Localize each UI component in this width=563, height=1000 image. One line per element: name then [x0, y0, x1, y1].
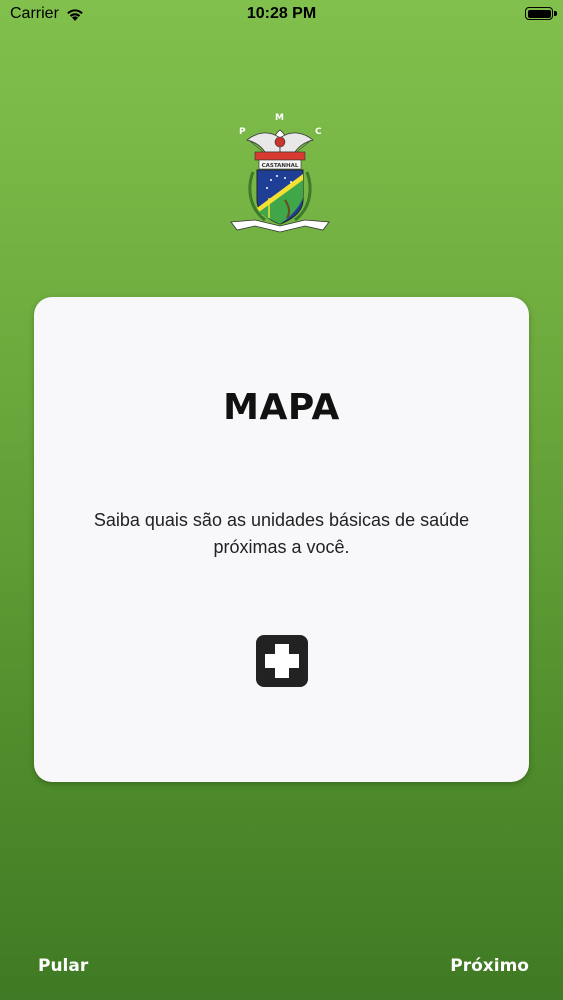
status-time: 10:28 PM	[246, 5, 317, 22]
battery-icon	[525, 7, 553, 20]
next-button[interactable]: Próximo	[450, 956, 529, 976]
card-title: MAPA	[223, 387, 340, 428]
municipal-crest-icon: P M C CASTANHAL	[230, 113, 330, 233]
skip-button[interactable]: Pular	[38, 956, 88, 976]
crest-letter-c: C	[315, 127, 322, 137]
onboarding-card: MAPA Saiba quais são as unidades básicas…	[34, 297, 529, 782]
battery-cap	[554, 11, 557, 16]
card-description: Saiba quais são as unidades básicas de s…	[93, 510, 470, 557]
battery-fill	[527, 9, 551, 18]
crest-letter-m: M	[275, 113, 284, 123]
medical-cross-icon	[256, 635, 308, 687]
status-bar: Carrier 10:28 PM	[0, 0, 563, 30]
cross-horizontal-bar	[265, 654, 299, 668]
crest-banner-label: CASTANHAL	[262, 163, 299, 169]
crest-letter-p: P	[239, 127, 246, 137]
